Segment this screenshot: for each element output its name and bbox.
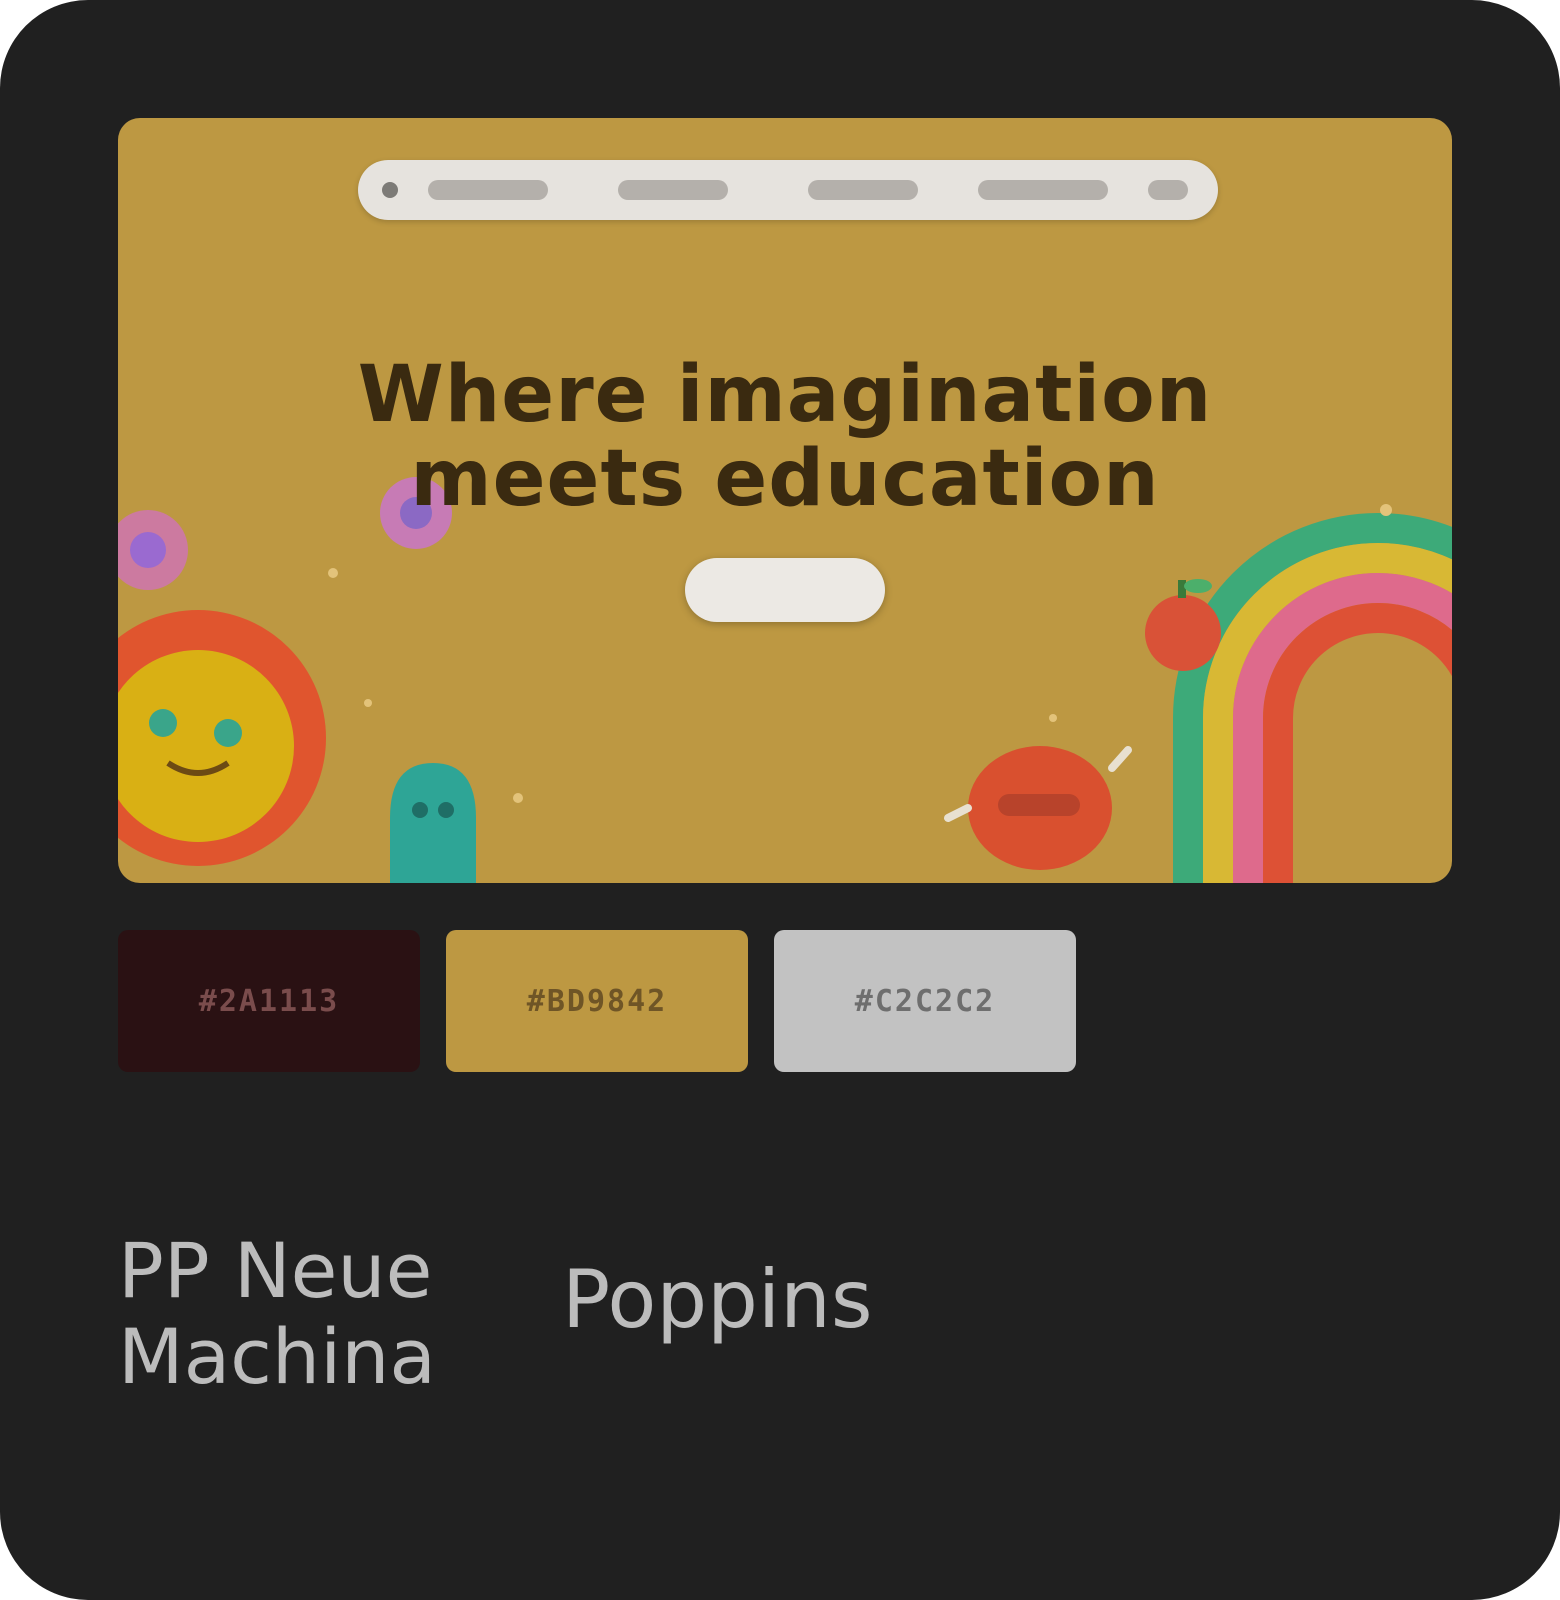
sun-icon [118, 610, 326, 866]
nav-link[interactable] [428, 180, 548, 200]
nav-cta[interactable] [1148, 180, 1188, 200]
hero-heading-line-2: meets education [410, 434, 1160, 524]
primary-font-name: PP Neue Machina [118, 1228, 436, 1400]
hero-heading: Where imagination meets education [278, 353, 1292, 521]
primary-font-name-line-2: Machina [118, 1312, 436, 1401]
hero-heading-line-1: Where imagination [357, 350, 1213, 440]
color-swatch[interactable]: #BD9842 [446, 930, 748, 1072]
logo-icon[interactable] [382, 182, 398, 198]
color-swatch-hex: #2A1113 [198, 983, 340, 1019]
color-swatch[interactable]: #2A1113 [118, 930, 420, 1072]
apple-icon [1145, 579, 1221, 671]
hero-preview: Where imagination meets education [118, 118, 1452, 883]
nav-link[interactable] [808, 180, 918, 200]
nav-link[interactable] [618, 180, 728, 200]
hero-cta-button[interactable] [685, 558, 885, 622]
color-swatch-hex: #C2C2C2 [854, 983, 996, 1019]
color-swatch-hex: #BD9842 [526, 983, 668, 1019]
blob-creature-icon [390, 763, 476, 883]
secondary-font-name: Poppins [562, 1253, 873, 1346]
color-swatch[interactable]: #C2C2C2 [774, 930, 1076, 1072]
apple-character-icon [944, 746, 1132, 870]
brand-style-card: Where imagination meets education #2A111… [0, 0, 1560, 1600]
hero-nav-bar[interactable] [358, 160, 1218, 220]
flower-icon [118, 510, 188, 590]
rainbow-icon [1173, 513, 1452, 883]
primary-font-name-line-1: PP Neue [118, 1226, 433, 1315]
nav-link[interactable] [978, 180, 1108, 200]
